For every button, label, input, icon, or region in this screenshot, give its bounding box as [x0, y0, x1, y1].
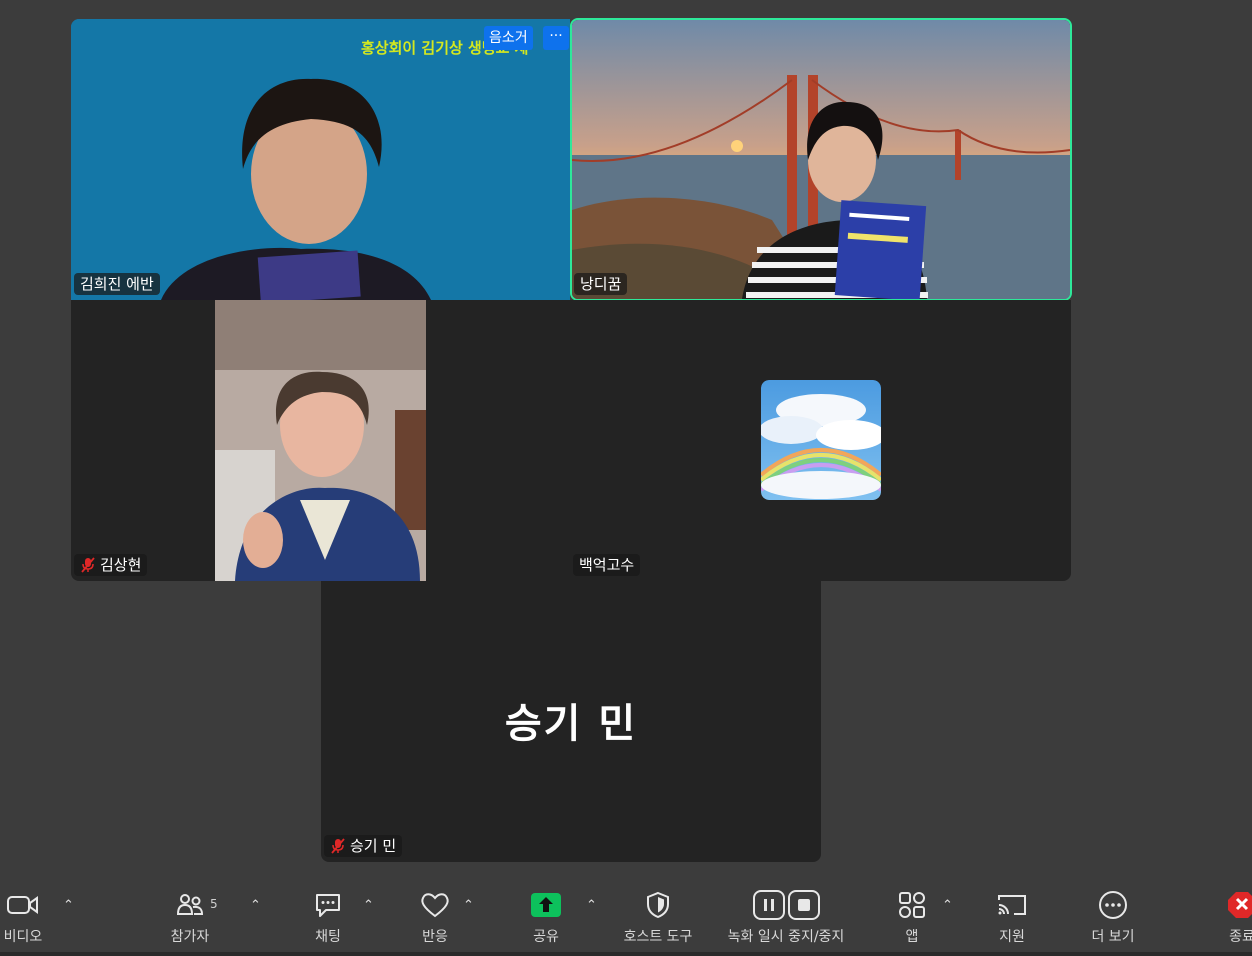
chat-options-caret[interactable]: ⌃: [363, 898, 374, 913]
end-label: 종료: [1229, 929, 1252, 945]
apps-options-caret[interactable]: ⌃: [942, 898, 953, 913]
shield-icon: [647, 891, 669, 919]
participant-name: 백억고수: [579, 556, 635, 574]
recording-label: 녹화 일시 중지/중지: [727, 929, 845, 945]
reactions-button[interactable]: 반응: [415, 888, 455, 946]
participant-name: 김희진 에반: [80, 275, 154, 293]
host-tools-button[interactable]: 호스트 도구: [613, 888, 703, 946]
end-icon: [1228, 892, 1252, 918]
participants-label: 참가자: [170, 929, 210, 945]
participant-name: 김상현: [100, 556, 142, 574]
reactions-label: 반응: [422, 929, 448, 945]
participant-video: [572, 20, 1070, 299]
participants-count: 5: [210, 897, 218, 911]
more-dots-icon: [1099, 891, 1127, 919]
end-meeting-button[interactable]: 종료: [1222, 888, 1252, 946]
toolbar-bottom-edge: [0, 952, 1252, 956]
participants-icon: [176, 894, 204, 915]
participant-name-tag: 백억고수: [573, 554, 641, 576]
participant-name: 승기 민: [350, 837, 397, 855]
apps-label: 앱: [905, 929, 919, 945]
participant-big-name: 승기 민: [504, 701, 638, 747]
video-tile-baekeokgosu[interactable]: 백억고수: [570, 300, 1071, 581]
share-options-caret[interactable]: ⌃: [586, 898, 597, 913]
camera-icon: [7, 896, 38, 914]
chat-icon: [316, 894, 340, 917]
recording-controls[interactable]: 녹화 일시 중지/중지: [716, 888, 856, 946]
participant-name-tag: 낭디꿈: [574, 273, 628, 295]
meeting-toolbar: 비디오 ⌃ 참가자 5 ⌃ 채팅 ⌃ 반응 ⌃ 공유 ⌃ 호스트 도구 녹화 일…: [0, 878, 1252, 956]
cast-icon: [998, 895, 1026, 915]
video-options-caret[interactable]: ⌃: [63, 898, 74, 913]
video-button[interactable]: 비디오: [0, 888, 46, 946]
participant-video: [215, 300, 426, 581]
profile-picture: [761, 380, 881, 500]
chat-label: 채팅: [315, 929, 341, 945]
share-arrow-icon: [531, 893, 561, 917]
participants-options-caret[interactable]: ⌃: [250, 898, 261, 913]
mic-muted-icon: [81, 557, 95, 573]
participant-name: 낭디꿈: [580, 275, 622, 293]
more-label: 더 보기: [1091, 929, 1135, 945]
video-tile-kimheejin[interactable]: 홍상회이 김기상 생명교 세 음소거 ··· 김희진 에반: [71, 19, 570, 300]
support-button[interactable]: 지원: [992, 888, 1032, 946]
mute-participant-button[interactable]: 음소거: [484, 26, 533, 50]
more-button[interactable]: 더 보기: [1083, 888, 1143, 946]
participant-name-tag: 김상현: [74, 554, 148, 576]
pause-record-icon[interactable]: [752, 890, 785, 920]
support-label: 지원: [999, 929, 1025, 945]
heart-icon: [421, 893, 449, 918]
mic-muted-icon: [331, 838, 345, 854]
apps-button[interactable]: 앱: [893, 888, 931, 946]
participant-name-tag: 승기 민: [324, 835, 403, 857]
share-button[interactable]: 공유: [526, 888, 566, 946]
reactions-options-caret[interactable]: ⌃: [463, 898, 474, 913]
video-tile-nangdikkum[interactable]: 낭디꿈: [570, 18, 1072, 301]
participant-video: 홍상회이 김기상 생명교 세: [71, 19, 570, 300]
participant-more-button[interactable]: ···: [543, 26, 569, 50]
chat-button[interactable]: 채팅: [308, 888, 348, 946]
participant-name-tag: 김희진 에반: [74, 273, 160, 295]
host-tools-label: 호스트 도구: [623, 929, 693, 945]
video-tile-kimsanghyun[interactable]: 김상현: [71, 300, 570, 581]
share-label: 공유: [533, 929, 559, 945]
stop-record-icon[interactable]: [787, 890, 820, 920]
apps-icon: [899, 892, 925, 918]
video-tile-seunggimin[interactable]: 승기 민 승기 민: [321, 581, 821, 862]
video-label: 비디오: [3, 929, 43, 945]
